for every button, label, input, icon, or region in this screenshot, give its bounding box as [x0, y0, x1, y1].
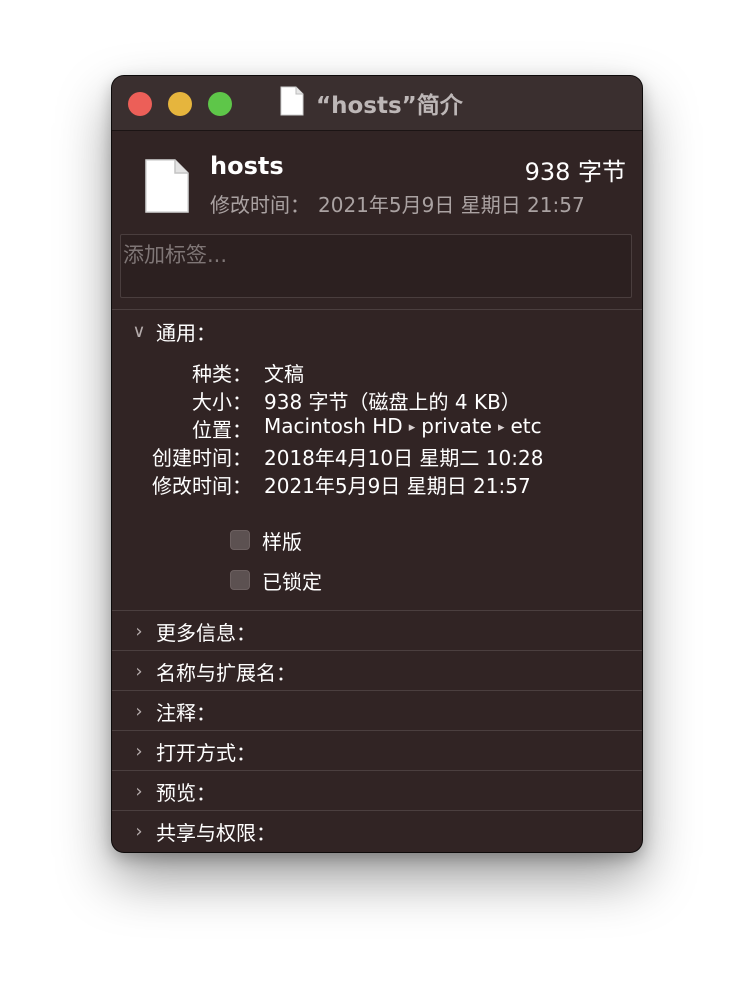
section-name-extension-toggle[interactable]: › 名称与扩展名： [112, 652, 642, 690]
path-folder-etc[interactable]: etc [511, 414, 542, 438]
locked-checkbox[interactable] [230, 570, 250, 590]
modified-value: 2021年5月9日 星期日 21:57 [264, 474, 531, 498]
created-label: 创建时间： [152, 446, 252, 470]
zoom-button[interactable] [208, 92, 232, 116]
chevron-right-icon[interactable]: › [130, 741, 148, 762]
kind-value: 文稿 [264, 362, 304, 386]
where-label: 位置： [192, 418, 252, 442]
chevron-right-icon[interactable]: › [130, 621, 148, 642]
section-open-with-toggle[interactable]: › 打开方式： [112, 732, 642, 770]
path-separator-icon: ▸ [408, 420, 416, 435]
chevron-right-icon[interactable]: › [130, 701, 148, 722]
file-name: hosts [210, 152, 284, 180]
divider [112, 770, 642, 771]
section-label: 共享与权限： [156, 820, 276, 845]
file-size: 938 字节 [524, 158, 626, 186]
section-sharing-permissions-toggle[interactable]: › 共享与权限： [112, 812, 642, 850]
window-title: “hosts”简介 [316, 93, 463, 119]
info-row-created: 创建时间： 2018年4月10日 星期二 10:28 [112, 442, 642, 470]
divider [112, 810, 642, 811]
locked-label: 已锁定 [262, 569, 322, 594]
tags-placeholder: 添加标签... [123, 243, 228, 267]
path-volume[interactable]: Macintosh HD [264, 414, 403, 438]
stationery-checkbox[interactable] [230, 530, 250, 550]
stationery-option[interactable]: 样版 [230, 526, 302, 554]
divider [112, 690, 642, 691]
stationery-label: 样版 [262, 529, 302, 554]
modified-label: 修改时间： [152, 474, 252, 498]
chevron-right-icon[interactable]: › [130, 821, 148, 842]
section-label: 更多信息： [156, 620, 256, 645]
path-folder-private[interactable]: private [421, 414, 492, 438]
window-title-group: “hosts”简介 [280, 86, 463, 120]
file-document-icon[interactable] [144, 158, 190, 218]
section-label: 预览： [156, 780, 216, 805]
section-general-label: 通用： [156, 320, 216, 345]
section-comments-toggle[interactable]: › 注释： [112, 692, 642, 730]
info-row-where: 位置： Macintosh HD ▸ private ▸ etc [112, 414, 642, 442]
info-window: “hosts”简介 hosts 938 字节 修改时间： 2021年5月9日 星期… [112, 76, 642, 852]
size-label: 大小： [192, 390, 252, 414]
header-modified: 修改时间： 2021年5月9日 星期日 21:57 [210, 189, 593, 218]
info-row-kind: 种类： 文稿 [112, 358, 642, 386]
where-path[interactable]: Macintosh HD ▸ private ▸ etc [264, 414, 542, 438]
chevron-down-icon[interactable]: ∨ [130, 321, 148, 342]
section-label: 名称与扩展名： [156, 660, 296, 685]
tags-field[interactable]: 添加标签... [120, 234, 632, 298]
section-label: 注释： [156, 700, 216, 725]
document-icon [280, 86, 304, 120]
close-button[interactable] [128, 92, 152, 116]
chevron-right-icon[interactable]: › [130, 661, 148, 682]
info-row-size: 大小： 938 字节（磁盘上的 4 KB） [112, 386, 642, 414]
header-modified-label: 修改时间： [210, 193, 310, 217]
chevron-right-icon[interactable]: › [130, 781, 148, 802]
kind-label: 种类： [192, 362, 252, 386]
path-separator-icon: ▸ [497, 420, 505, 435]
info-row-modified: 修改时间： 2021年5月9日 星期日 21:57 [112, 470, 642, 498]
size-value: 938 字节（磁盘上的 4 KB） [264, 390, 521, 414]
divider [112, 309, 642, 310]
section-preview-toggle[interactable]: › 预览： [112, 772, 642, 810]
divider [112, 650, 642, 651]
title-bar[interactable]: “hosts”简介 [112, 76, 642, 131]
created-value: 2018年4月10日 星期二 10:28 [264, 446, 544, 470]
divider [112, 610, 642, 611]
minimize-button[interactable] [168, 92, 192, 116]
section-label: 打开方式： [156, 740, 256, 765]
locked-option[interactable]: 已锁定 [230, 566, 322, 594]
section-general-toggle[interactable]: ∨ 通用： [112, 312, 642, 350]
divider [112, 730, 642, 731]
header-modified-value: 2021年5月9日 星期日 21:57 [318, 193, 585, 217]
section-more-info-toggle[interactable]: › 更多信息： [112, 612, 642, 650]
